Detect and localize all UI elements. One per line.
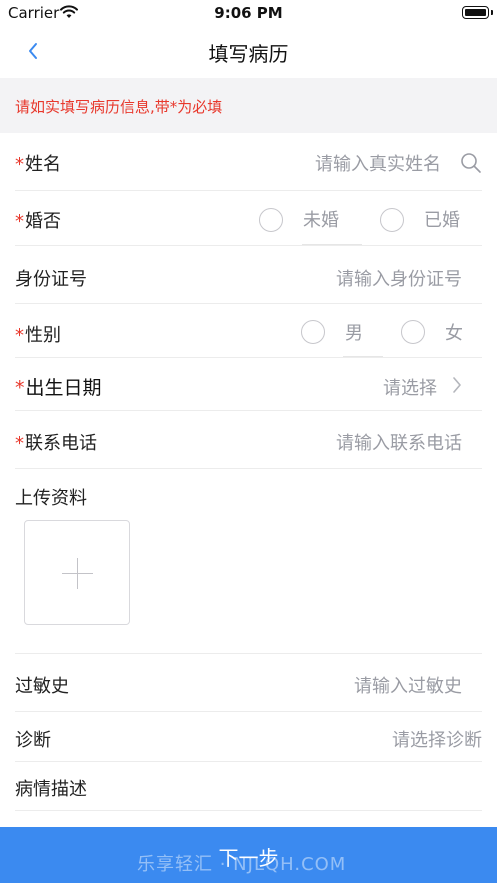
clock: 9:06 PM <box>214 4 283 22</box>
notice-text: 请如实填写病历信息,带*为必填 <box>15 98 223 116</box>
name-row: *姓名 请输入真实姓名 <box>15 133 482 191</box>
gender-label-text: 性别 <box>25 325 61 346</box>
name-label: *姓名 <box>15 150 61 176</box>
marital-row: *婚否 未婚 已婚 <box>15 191 482 246</box>
plus-icon-vertical <box>77 558 78 589</box>
birthdate-select[interactable]: 请选择 <box>383 374 437 400</box>
marital-label: *婚否 <box>15 207 61 233</box>
phone-label-text: 联系电话 <box>25 433 97 454</box>
birthdate-row[interactable]: *出生日期 请选择 <box>15 358 482 411</box>
description-label: 病情描述 <box>15 779 87 800</box>
phone-input[interactable]: 请输入联系电话 <box>336 429 462 455</box>
phone-row: *联系电话 请输入联系电话 <box>15 411 482 469</box>
id-number-label: 身份证号 <box>15 269 87 290</box>
radio-female[interactable] <box>401 320 425 344</box>
upload-add-button[interactable] <box>24 520 130 625</box>
battery-icon <box>462 6 493 19</box>
notice-banner: 请如实填写病历信息,带*为必填 <box>0 78 497 133</box>
required-mark: * <box>15 433 24 454</box>
next-button[interactable]: 乐享轻汇 · NJLQH.COM 下一步 <box>0 827 497 883</box>
status-bar: Carrier 9:06 PM <box>0 0 497 26</box>
gender-row: *性别 男 女 <box>15 304 482 358</box>
page-title: 填写病历 <box>208 42 289 66</box>
id-number-input[interactable]: 请输入身份证号 <box>336 265 462 291</box>
chevron-right-icon <box>452 376 462 398</box>
diagnosis-label: 诊断 <box>15 730 51 751</box>
option-female-label: 女 <box>445 323 463 344</box>
allergy-input[interactable]: 请输入过敏史 <box>354 672 462 698</box>
required-mark: * <box>15 325 24 346</box>
option-married-label: 已婚 <box>424 210 460 231</box>
allergy-row: 过敏史 请输入过敏史 <box>15 654 482 712</box>
allergy-label: 过敏史 <box>15 676 69 697</box>
radio-married[interactable] <box>380 208 404 232</box>
description-row: 病情描述 <box>15 762 482 810</box>
option-unmarried-label: 未婚 <box>303 210 339 231</box>
radio-male[interactable] <box>301 320 325 344</box>
gender-label: *性别 <box>15 321 61 347</box>
name-label-text: 姓名 <box>25 154 61 175</box>
required-mark: * <box>15 377 25 399</box>
id-number-row: 身份证号 请输入身份证号 <box>15 246 482 304</box>
marital-label-text: 婚否 <box>25 211 61 232</box>
diagnosis-row[interactable]: 诊断 请选择诊断 <box>15 712 482 762</box>
diagnosis-select[interactable]: 请选择诊断 <box>392 726 482 752</box>
search-icon[interactable] <box>460 152 482 178</box>
phone-label: *联系电话 <box>15 429 97 455</box>
required-mark: * <box>15 154 24 175</box>
birthdate-label: *出生日期 <box>15 373 102 400</box>
navigation-bar: 填写病历 <box>0 26 497 78</box>
name-input[interactable]: 请输入真实姓名 <box>315 150 441 176</box>
birthdate-label-text: 出生日期 <box>25 377 102 399</box>
upload-label: 上传资料 <box>15 488 87 509</box>
radio-unmarried[interactable] <box>259 208 283 232</box>
next-button-label: 下一步 <box>218 846 279 870</box>
required-mark: * <box>15 211 24 232</box>
option-underline <box>343 356 383 357</box>
option-male-label: 男 <box>345 323 363 344</box>
option-underline <box>302 244 362 245</box>
